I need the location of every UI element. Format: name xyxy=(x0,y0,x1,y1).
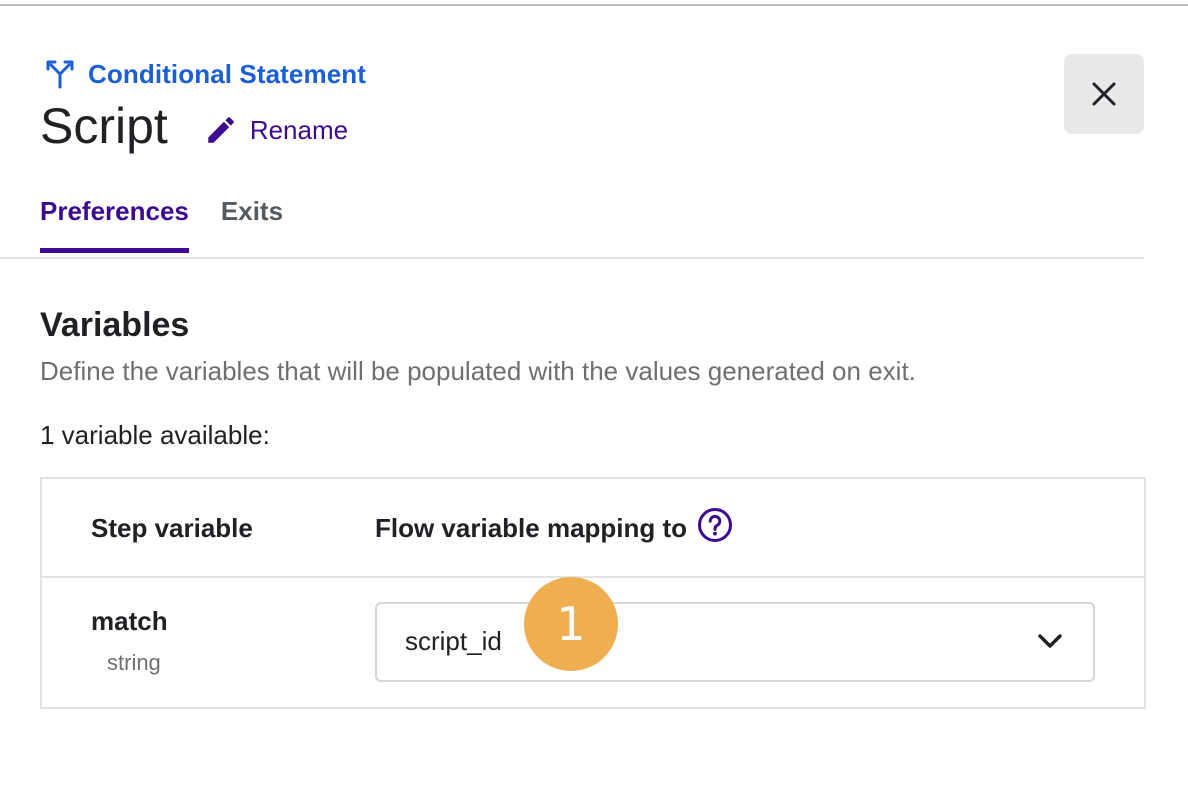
step-type-label: Conditional Statement xyxy=(88,58,366,89)
flow-variable-select[interactable]: script_id xyxy=(375,602,1095,682)
branch-icon xyxy=(46,60,74,89)
help-circle-icon[interactable] xyxy=(697,507,733,543)
column-header-flow-mapping: Flow variable mapping to xyxy=(375,505,733,544)
chevron-down-icon xyxy=(1038,634,1062,648)
step-variable-name: match xyxy=(91,606,168,636)
step-annotation-number: 1 xyxy=(556,597,586,651)
section-title: Variables xyxy=(40,306,190,344)
tab-preferences[interactable]: Preferences xyxy=(40,196,189,253)
column-header-step-variable: Step variable xyxy=(91,513,253,543)
close-button[interactable] xyxy=(1064,54,1144,134)
rename-button[interactable]: Rename xyxy=(204,113,348,147)
pencil-icon xyxy=(208,117,234,143)
table-header: Step variable Flow variable mapping to xyxy=(42,479,1144,578)
section-description: Define the variables that will be popula… xyxy=(40,356,916,386)
step-variable-type: string xyxy=(107,650,161,675)
close-icon xyxy=(1092,82,1116,106)
step-type-link[interactable]: Conditional Statement xyxy=(44,58,366,90)
title-row: Script Rename xyxy=(40,98,348,154)
step-annotation-badge: 1 xyxy=(524,577,618,671)
tab-exits[interactable]: Exits xyxy=(221,196,283,249)
top-divider xyxy=(0,4,1188,6)
tab-bar: Preferences Exits xyxy=(40,196,283,253)
rename-label: Rename xyxy=(249,114,349,145)
column-header-flow-mapping-label: Flow variable mapping to xyxy=(375,513,688,543)
flow-variable-select-value: script_id xyxy=(405,626,502,656)
page-title: Script xyxy=(40,98,168,154)
variable-count: 1 variable available: xyxy=(40,420,270,450)
tabs-divider xyxy=(0,257,1144,259)
